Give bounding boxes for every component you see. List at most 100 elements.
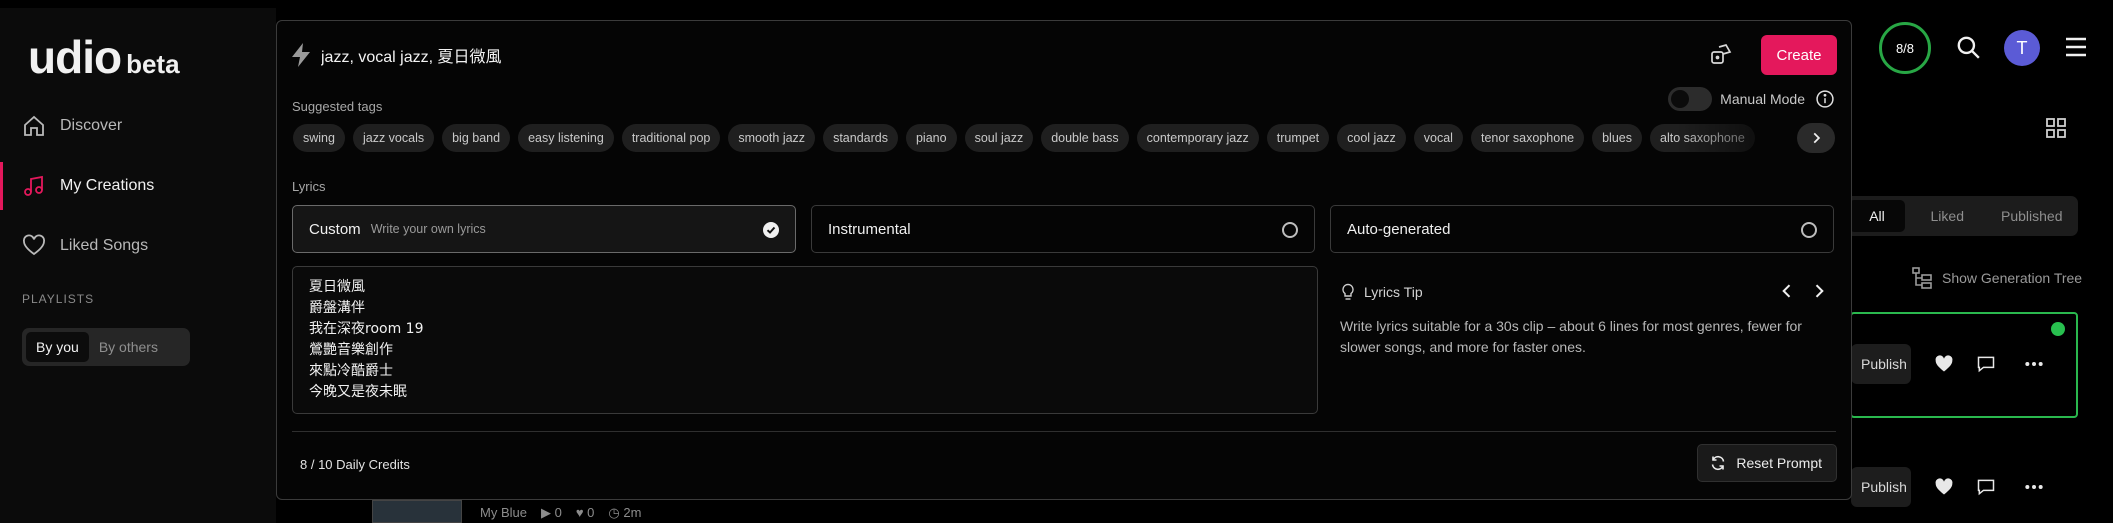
refresh-icon bbox=[1712, 455, 1725, 471]
sidebar-item-discover[interactable]: Discover bbox=[0, 102, 276, 150]
lyrics-option-auto-generated[interactable]: Auto-generated bbox=[1330, 205, 1834, 253]
background-song-meta: My Blue ▶ 0 ♥ 0 ◷ 2m bbox=[480, 505, 641, 521]
tag-chip[interactable]: trumpet bbox=[1266, 124, 1330, 152]
sidebar-item-label: Liked Songs bbox=[60, 237, 149, 254]
suggested-tags: swing jazz vocals big band easy listening tr… bbox=[293, 124, 1793, 152]
check-circle-icon bbox=[763, 222, 779, 238]
avatar[interactable]: T bbox=[2004, 30, 2040, 66]
tag-chip[interactable]: smooth jazz bbox=[728, 124, 816, 152]
lyrics-tip-heading: Lyrics Tip bbox=[1364, 284, 1423, 300]
sidebar-item-my-creations[interactable]: My Creations bbox=[0, 162, 276, 210]
tag-chip[interactable]: contemporary jazz bbox=[1136, 124, 1259, 152]
create-modal: Create Suggested tags Manual Mode swingj… bbox=[276, 20, 1852, 500]
lyrics-textarea[interactable] bbox=[292, 266, 1318, 414]
check-icon bbox=[766, 226, 776, 234]
tag-chip[interactable]: easy listening bbox=[518, 124, 614, 152]
chevron-right-icon bbox=[1813, 132, 1821, 144]
divider bbox=[292, 431, 1836, 432]
lightbulb-icon bbox=[1342, 283, 1354, 300]
tab-all[interactable]: All bbox=[1849, 200, 1905, 232]
manual-mode-toggle[interactable] bbox=[1668, 87, 1713, 111]
create-button[interactable]: Create bbox=[1761, 35, 1837, 75]
manual-mode-control: Manual Mode bbox=[1668, 87, 1835, 111]
logo-beta: beta bbox=[126, 49, 180, 79]
lyrics-option-custom[interactable]: Custom Write your own lyrics bbox=[292, 205, 796, 253]
hamburger-menu-icon[interactable] bbox=[2064, 36, 2088, 58]
tag-chip[interactable]: cool jazz bbox=[1337, 124, 1406, 152]
tag-chip[interactable]: standards bbox=[823, 124, 898, 152]
comment-icon[interactable] bbox=[1976, 477, 1996, 497]
grid-view-icon[interactable] bbox=[2044, 116, 2068, 140]
reset-prompt-button[interactable]: Reset Prompt bbox=[1697, 444, 1837, 482]
more-options-icon[interactable] bbox=[2024, 354, 2044, 374]
credits-ring[interactable]: 8/8 bbox=[1879, 22, 1931, 74]
tag-chip[interactable]: piano bbox=[905, 124, 957, 152]
chevron-right-icon[interactable] bbox=[1809, 281, 1829, 301]
playlists-heading: PLAYLISTS bbox=[22, 292, 95, 306]
heart-icon bbox=[23, 234, 45, 256]
sidebar-item-liked-songs[interactable]: Liked Songs bbox=[0, 222, 276, 270]
generation-tree-label: Show Generation Tree bbox=[1942, 270, 2083, 286]
status-dot bbox=[2051, 322, 2065, 336]
sidebar-item-label: Discover bbox=[60, 117, 123, 134]
radio-icon bbox=[1801, 222, 1817, 238]
like-count-value: 0 bbox=[587, 505, 595, 520]
tag-chip[interactable]: tenor saxophone bbox=[1470, 124, 1585, 152]
lyrics-tip-title: Lyrics Tip bbox=[1340, 283, 1423, 301]
duration: ◷ 2m bbox=[608, 505, 642, 520]
song-title[interactable]: My Blue bbox=[480, 505, 527, 521]
lyrics-label: Lyrics bbox=[292, 179, 326, 194]
publish-button[interactable]: Publish bbox=[1851, 344, 1911, 384]
tag-chip[interactable]: alto saxophone bbox=[1650, 124, 1755, 152]
udio-logo[interactable]: udio beta bbox=[28, 30, 180, 84]
library-tabs: All Liked Published bbox=[1845, 196, 2078, 236]
sidebar-item-label: My Creations bbox=[60, 177, 155, 194]
heart-icon[interactable] bbox=[1934, 477, 1954, 497]
random-prompt-icon[interactable] bbox=[1709, 43, 1733, 67]
daily-credits: 8 / 10 Daily Credits bbox=[300, 457, 410, 472]
lyrics-tip-text: Write lyrics suitable for a 30s clip – a… bbox=[1340, 318, 1802, 355]
logo-mark: udio bbox=[28, 31, 122, 83]
option-name: Instrumental bbox=[828, 220, 911, 238]
tag-chip[interactable]: swing bbox=[293, 124, 345, 152]
tag-chip[interactable]: double bass bbox=[1041, 124, 1129, 152]
tag-chip[interactable]: traditional pop bbox=[621, 124, 721, 152]
publish-button[interactable]: Publish bbox=[1851, 467, 1911, 507]
tag-chip[interactable]: jazz vocals bbox=[352, 124, 435, 152]
tab-published[interactable]: Published bbox=[1990, 200, 2075, 232]
more-options-icon[interactable] bbox=[2024, 477, 2044, 497]
filter-by-others[interactable]: By others bbox=[89, 332, 168, 362]
prompt-row: Create bbox=[289, 33, 1839, 77]
tag-chip[interactable]: blues bbox=[1592, 124, 1642, 152]
search-icon[interactable] bbox=[1955, 34, 1981, 60]
tree-icon bbox=[1912, 267, 1932, 289]
chevron-left-icon[interactable] bbox=[1777, 281, 1797, 301]
tags-next-button[interactable] bbox=[1797, 123, 1835, 153]
tag-chip[interactable]: vocal bbox=[1413, 124, 1463, 152]
lightning-icon bbox=[292, 43, 310, 67]
show-generation-tree-button[interactable]: Show Generation Tree bbox=[1910, 266, 2082, 290]
info-icon[interactable] bbox=[1815, 89, 1835, 109]
sidebar: udio beta Discover My Creations Liked So… bbox=[0, 8, 276, 523]
manual-mode-label: Manual Mode bbox=[1720, 91, 1805, 107]
reset-prompt-label: Reset Prompt bbox=[1736, 455, 1822, 471]
home-icon bbox=[24, 115, 44, 136]
filter-by-you[interactable]: By you bbox=[26, 332, 89, 362]
tab-liked[interactable]: Liked bbox=[1905, 200, 1990, 232]
play-count: ▶ 0 bbox=[540, 505, 562, 520]
play-count-value: 0 bbox=[554, 505, 562, 520]
radio-icon bbox=[1282, 222, 1298, 238]
suggested-tags-label: Suggested tags bbox=[292, 99, 383, 114]
playlist-filter-toggle: By you By others bbox=[22, 328, 190, 366]
option-hint: Write your own lyrics bbox=[370, 222, 486, 236]
prompt-input[interactable] bbox=[321, 40, 1839, 70]
heart-icon[interactable] bbox=[1934, 354, 1954, 374]
option-name: Auto-generated bbox=[1347, 220, 1451, 238]
like-count: ♥ 0 bbox=[575, 505, 595, 520]
duration-value: 2m bbox=[623, 505, 642, 520]
tag-chip[interactable]: soul jazz bbox=[964, 124, 1034, 152]
comment-icon[interactable] bbox=[1976, 354, 1996, 374]
lyrics-option-instrumental[interactable]: Instrumental bbox=[811, 205, 1315, 253]
tag-chip[interactable]: big band bbox=[442, 124, 511, 152]
song-thumbnail[interactable] bbox=[372, 500, 462, 523]
